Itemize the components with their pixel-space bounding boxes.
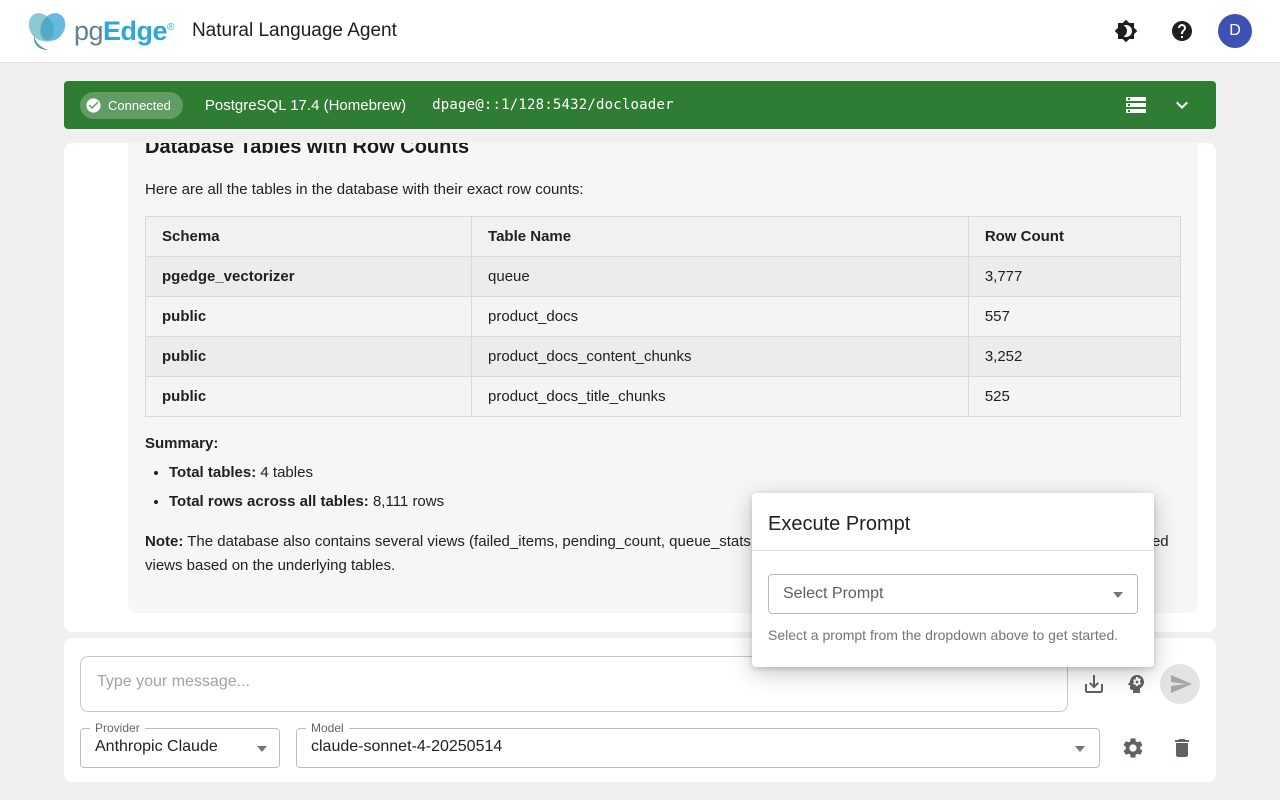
table-cell-count: 557 (968, 297, 1180, 337)
table-cell-table: product_docs_title_chunks (472, 377, 969, 417)
pgedge-logo-icon (24, 10, 72, 52)
table-row: publicproduct_docs_content_chunks3,252 (146, 337, 1181, 377)
table-row: publicproduct_docs557 (146, 297, 1181, 337)
logo-registered-mark: ® (167, 22, 174, 33)
download-chat-button[interactable] (1082, 672, 1106, 696)
table-row: publicproduct_docs_title_chunks525 (146, 377, 1181, 417)
table-cell-table: product_docs_content_chunks (472, 337, 969, 377)
modal-title: Execute Prompt (752, 493, 1154, 550)
model-select-label: Model (306, 721, 349, 735)
header-actions: D (1106, 11, 1252, 51)
column-header-table-name: Table Name (472, 217, 969, 257)
thinking-mode-button[interactable] (1124, 672, 1148, 696)
pgedge-logo: pgEdge® (24, 10, 174, 52)
send-message-button[interactable] (1160, 664, 1200, 704)
connection-dsn: dpage@::1/128:5432/docloader (432, 97, 674, 113)
select-prompt-dropdown[interactable]: Select Prompt (768, 574, 1138, 614)
gear-icon (1121, 736, 1145, 760)
download-icon (1082, 672, 1106, 696)
server-version-label: PostgreSQL 17.4 (Homebrew) (205, 97, 406, 114)
help-icon (1170, 19, 1194, 43)
table-cell-schema: pgedge_vectorizer (146, 257, 472, 297)
model-select[interactable]: Model claude-sonnet-4-20250514 (296, 728, 1100, 768)
connection-status-label: Connected (108, 98, 171, 113)
model-select-value: claude-sonnet-4-20250514 (311, 738, 502, 756)
settings-button[interactable] (1121, 736, 1145, 760)
execute-prompt-modal: Execute Prompt Select Prompt Select a pr… (752, 493, 1154, 667)
table-cell-table: product_docs (472, 297, 969, 337)
column-header-schema: Schema (146, 217, 472, 257)
modal-helper-text: Select a prompt from the dropdown above … (768, 627, 1118, 643)
psychology-icon (1124, 672, 1148, 696)
chevron-down-icon (1170, 93, 1194, 117)
check-circle-icon (85, 97, 102, 114)
page-title: Natural Language Agent (192, 20, 397, 42)
database-details-button[interactable] (1122, 91, 1150, 119)
row-counts-table: Schema Table Name Row Count pgedge_vecto… (145, 216, 1181, 417)
table-header-row: Schema Table Name Row Count (146, 217, 1181, 257)
connection-collapse-button[interactable] (1168, 91, 1196, 119)
summary-label: Summary: (145, 435, 1181, 452)
table-cell-count: 3,777 (968, 257, 1180, 297)
send-icon (1169, 672, 1193, 696)
brightness-icon (1114, 19, 1138, 43)
user-avatar[interactable]: D (1218, 14, 1252, 48)
provider-select-value: Anthropic Claude (95, 738, 218, 756)
table-cell-schema: public (146, 297, 472, 337)
storage-icon (1124, 93, 1148, 117)
modal-divider (752, 550, 1154, 551)
select-prompt-value: Select Prompt (783, 585, 883, 603)
table-cell-count: 3,252 (968, 337, 1180, 377)
logo-text-pg: pg (74, 16, 103, 46)
logo-text-edge: Edge (103, 16, 167, 46)
help-button[interactable] (1162, 11, 1202, 51)
message-intro: Here are all the tables in the database … (145, 179, 1181, 200)
connection-bar: Connected PostgreSQL 17.4 (Homebrew) dpa… (64, 81, 1216, 129)
dropdown-arrow-icon (257, 746, 267, 752)
clear-chat-button[interactable] (1170, 736, 1194, 760)
table-cell-schema: public (146, 337, 472, 377)
trash-icon (1170, 736, 1194, 760)
table-row: pgedge_vectorizerqueue3,777 (146, 257, 1181, 297)
provider-select[interactable]: Provider Anthropic Claude (80, 728, 280, 768)
dark-mode-toggle-button[interactable] (1106, 11, 1146, 51)
app-header: pgEdge® Natural Language Agent D (0, 0, 1280, 63)
list-item: Total tables: 4 tables (169, 462, 1181, 483)
table-body: pgedge_vectorizerqueue3,777publicproduct… (146, 257, 1181, 417)
dropdown-arrow-icon (1113, 592, 1123, 598)
dropdown-arrow-icon (1075, 746, 1085, 752)
provider-select-label: Provider (90, 721, 145, 735)
connection-status-chip: Connected (80, 92, 183, 119)
table-cell-count: 525 (968, 377, 1180, 417)
table-cell-table: queue (472, 257, 969, 297)
column-header-row-count: Row Count (968, 217, 1180, 257)
table-cell-schema: public (146, 377, 472, 417)
message-heading: Database Tables with Row Counts (145, 143, 1181, 161)
